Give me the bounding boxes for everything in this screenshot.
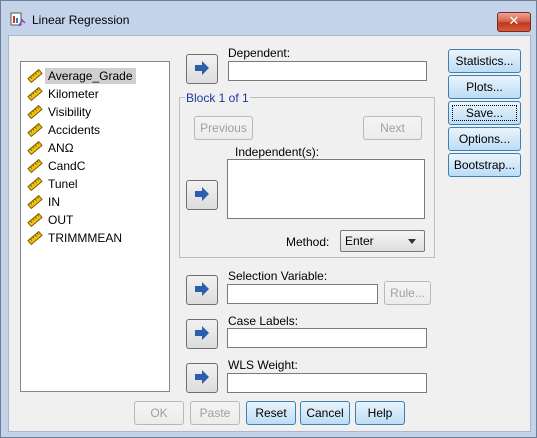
previous-button[interactable]: Previous [194, 116, 253, 140]
variable-item[interactable]: OUT [23, 211, 167, 229]
close-button[interactable]: ✕ [497, 12, 531, 32]
close-icon: ✕ [508, 14, 520, 29]
selection-variable-field[interactable] [227, 284, 378, 304]
app-icon [10, 12, 26, 27]
arrow-right-icon [195, 370, 209, 384]
scale-ruler-icon [27, 104, 43, 120]
wls-weight-label: WLS Weight: [228, 358, 298, 372]
variable-label: IN [48, 195, 60, 209]
variable-item[interactable]: Kilometer [23, 85, 167, 103]
scale-ruler-icon [27, 194, 43, 210]
variable-label: OUT [48, 213, 74, 227]
variable-label: Tunel [48, 177, 78, 191]
title-bar[interactable]: Linear Regression ✕ [1, 1, 536, 35]
chevron-down-icon [408, 239, 416, 244]
variable-item[interactable]: Accidents [23, 121, 167, 139]
dependent-label: Dependent: [228, 46, 291, 60]
selection-variable-label: Selection Variable: [228, 269, 328, 283]
scale-ruler-icon [27, 140, 43, 156]
variable-label: Kilometer [48, 87, 99, 101]
focus-ring [452, 105, 517, 121]
variable-label: CandC [48, 159, 86, 173]
variable-item[interactable]: Average_Grade [23, 67, 167, 85]
variable-label: ANΩ [48, 141, 74, 155]
next-button[interactable]: Next [363, 116, 422, 140]
case-labels-label: Case Labels: [228, 314, 299, 328]
independent-label: Independent(s): [235, 145, 320, 159]
variable-item[interactable]: Tunel [23, 175, 167, 193]
scale-ruler-icon [27, 68, 43, 84]
wls-weight-field[interactable] [227, 373, 427, 393]
scale-ruler-icon [27, 86, 43, 102]
move-to-case-labels-button[interactable] [186, 319, 218, 349]
scale-ruler-icon [27, 230, 43, 246]
reset-button[interactable]: Reset [246, 401, 296, 425]
rule-button[interactable]: Rule... [384, 281, 431, 305]
scale-ruler-icon [27, 212, 43, 228]
arrow-right-icon [195, 282, 209, 296]
save-button[interactable]: Save... [448, 101, 521, 125]
independent-list[interactable] [227, 159, 425, 219]
variable-item[interactable]: TRIMMMEAN [23, 229, 167, 247]
plots-button[interactable]: Plots... [448, 75, 521, 99]
bootstrap-button[interactable]: Bootstrap... [448, 153, 521, 177]
window-title: Linear Regression [32, 13, 130, 27]
method-label: Method: [286, 235, 330, 249]
move-to-wls-weight-button[interactable] [186, 363, 218, 393]
variable-list[interactable]: Average_Grade Kilometer Visibility Accident… [20, 61, 170, 392]
move-to-selection-variable-button[interactable] [186, 275, 218, 305]
variable-item[interactable]: ANΩ [23, 139, 167, 157]
block-label: Block 1 of 1 [185, 91, 250, 105]
paste-button[interactable]: Paste [190, 401, 240, 425]
cancel-button[interactable]: Cancel [300, 401, 350, 425]
scale-ruler-icon [27, 122, 43, 138]
arrow-right-icon [195, 61, 209, 75]
method-value: Enter [345, 234, 374, 248]
help-button[interactable]: Help [355, 401, 405, 425]
variable-label: Average_Grade [45, 68, 136, 84]
case-labels-field[interactable] [227, 328, 427, 348]
options-button[interactable]: Options... [448, 127, 521, 151]
move-to-dependent-button[interactable] [186, 54, 218, 84]
method-select[interactable]: Enter [340, 230, 425, 252]
variable-item[interactable]: IN [23, 193, 167, 211]
variable-item[interactable]: Visibility [23, 103, 167, 121]
dependent-field[interactable] [228, 61, 427, 81]
statistics-button[interactable]: Statistics... [448, 49, 521, 73]
ok-button[interactable]: OK [134, 401, 184, 425]
scale-ruler-icon [27, 158, 43, 174]
linear-regression-dialog: Linear Regression ✕ Average_Grade Kilomet… [0, 0, 537, 438]
dialog-body: Average_Grade Kilometer Visibility Accident… [8, 35, 531, 432]
arrow-right-icon [195, 187, 209, 201]
variable-item[interactable]: CandC [23, 157, 167, 175]
variable-label: Visibility [48, 105, 92, 119]
variable-label: Accidents [48, 123, 101, 137]
move-to-independent-button[interactable] [186, 180, 218, 210]
scale-ruler-icon [27, 176, 43, 192]
variable-label: TRIMMMEAN [48, 231, 122, 245]
arrow-right-icon [195, 326, 209, 340]
